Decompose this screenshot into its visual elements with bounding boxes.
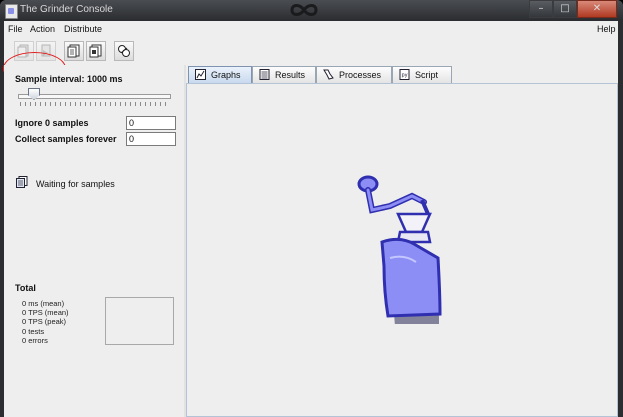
- results-icon: [259, 69, 270, 80]
- minimize-button[interactable]: –: [529, 0, 553, 18]
- total-label: Total: [15, 283, 36, 293]
- stop-capture-icon: [89, 44, 102, 58]
- start-capture-icon: [67, 44, 80, 58]
- total-stats: 0 ms (mean) 0 TPS (mean) 0 TPS (peak) 0 …: [22, 299, 69, 345]
- maximize-button[interactable]: □: [553, 0, 577, 18]
- script-icon: py: [399, 69, 410, 80]
- processes-icon: [323, 69, 334, 80]
- stat-mean-time: 0 ms (mean): [22, 299, 65, 308]
- graphs-panel: [186, 83, 618, 417]
- sample-interval-label: Sample interval: 1000 ms: [15, 74, 123, 84]
- stat-peak-tps: 0 TPS (peak): [22, 317, 67, 327]
- save-results-button[interactable]: [114, 41, 134, 61]
- app-icon[interactable]: [5, 4, 18, 19]
- stat-tests: 0 tests: [22, 326, 45, 336]
- sample-interval-slider-track[interactable]: [18, 94, 171, 99]
- menu-file[interactable]: File: [8, 24, 23, 34]
- grinder-logo-icon: [357, 175, 442, 324]
- ignore-samples-input[interactable]: 0: [126, 116, 176, 130]
- collect-samples-label: Collect samples forever: [15, 134, 117, 144]
- tab-bar: Graphs Results Processes py Script: [186, 64, 618, 84]
- svg-text:py: py: [402, 73, 408, 79]
- graphs-icon: [195, 69, 206, 80]
- stat-mean-tps: 0 TPS (mean): [22, 308, 69, 318]
- infinity-logo-icon: [290, 4, 318, 16]
- total-graph-box: [105, 297, 174, 345]
- app-window: The Grinder Console – □ ✕ File Action Di…: [0, 0, 623, 417]
- console-client-area: File Action Distribute Help Sample inter…: [3, 21, 618, 417]
- stat-errors: 0 errors: [22, 335, 48, 345]
- menu-help[interactable]: Help: [597, 24, 616, 34]
- status-document-icon: [16, 176, 28, 188]
- status-text: Waiting for samples: [36, 179, 115, 189]
- save-results-icon: [118, 45, 130, 57]
- slider-ticks: [20, 102, 170, 106]
- collect-samples-input[interactable]: 0: [126, 132, 176, 146]
- menu-distribute[interactable]: Distribute: [64, 24, 102, 34]
- window-title: The Grinder Console: [20, 4, 113, 15]
- menu-bar: File Action Distribute Help: [4, 21, 618, 37]
- start-capture-button[interactable]: [64, 41, 84, 61]
- toolbar: [3, 38, 618, 85]
- close-button[interactable]: ✕: [577, 0, 617, 18]
- stop-capture-button[interactable]: [86, 41, 106, 61]
- tab-graphs[interactable]: Graphs: [188, 66, 252, 83]
- tab-results[interactable]: Results: [252, 66, 316, 83]
- title-bar[interactable]: The Grinder Console – □ ✕: [0, 0, 623, 21]
- ignore-samples-label: Ignore 0 samples: [15, 118, 89, 128]
- tab-processes[interactable]: Processes: [316, 66, 392, 83]
- tab-script[interactable]: py Script: [392, 66, 452, 83]
- menu-action[interactable]: Action: [30, 24, 55, 34]
